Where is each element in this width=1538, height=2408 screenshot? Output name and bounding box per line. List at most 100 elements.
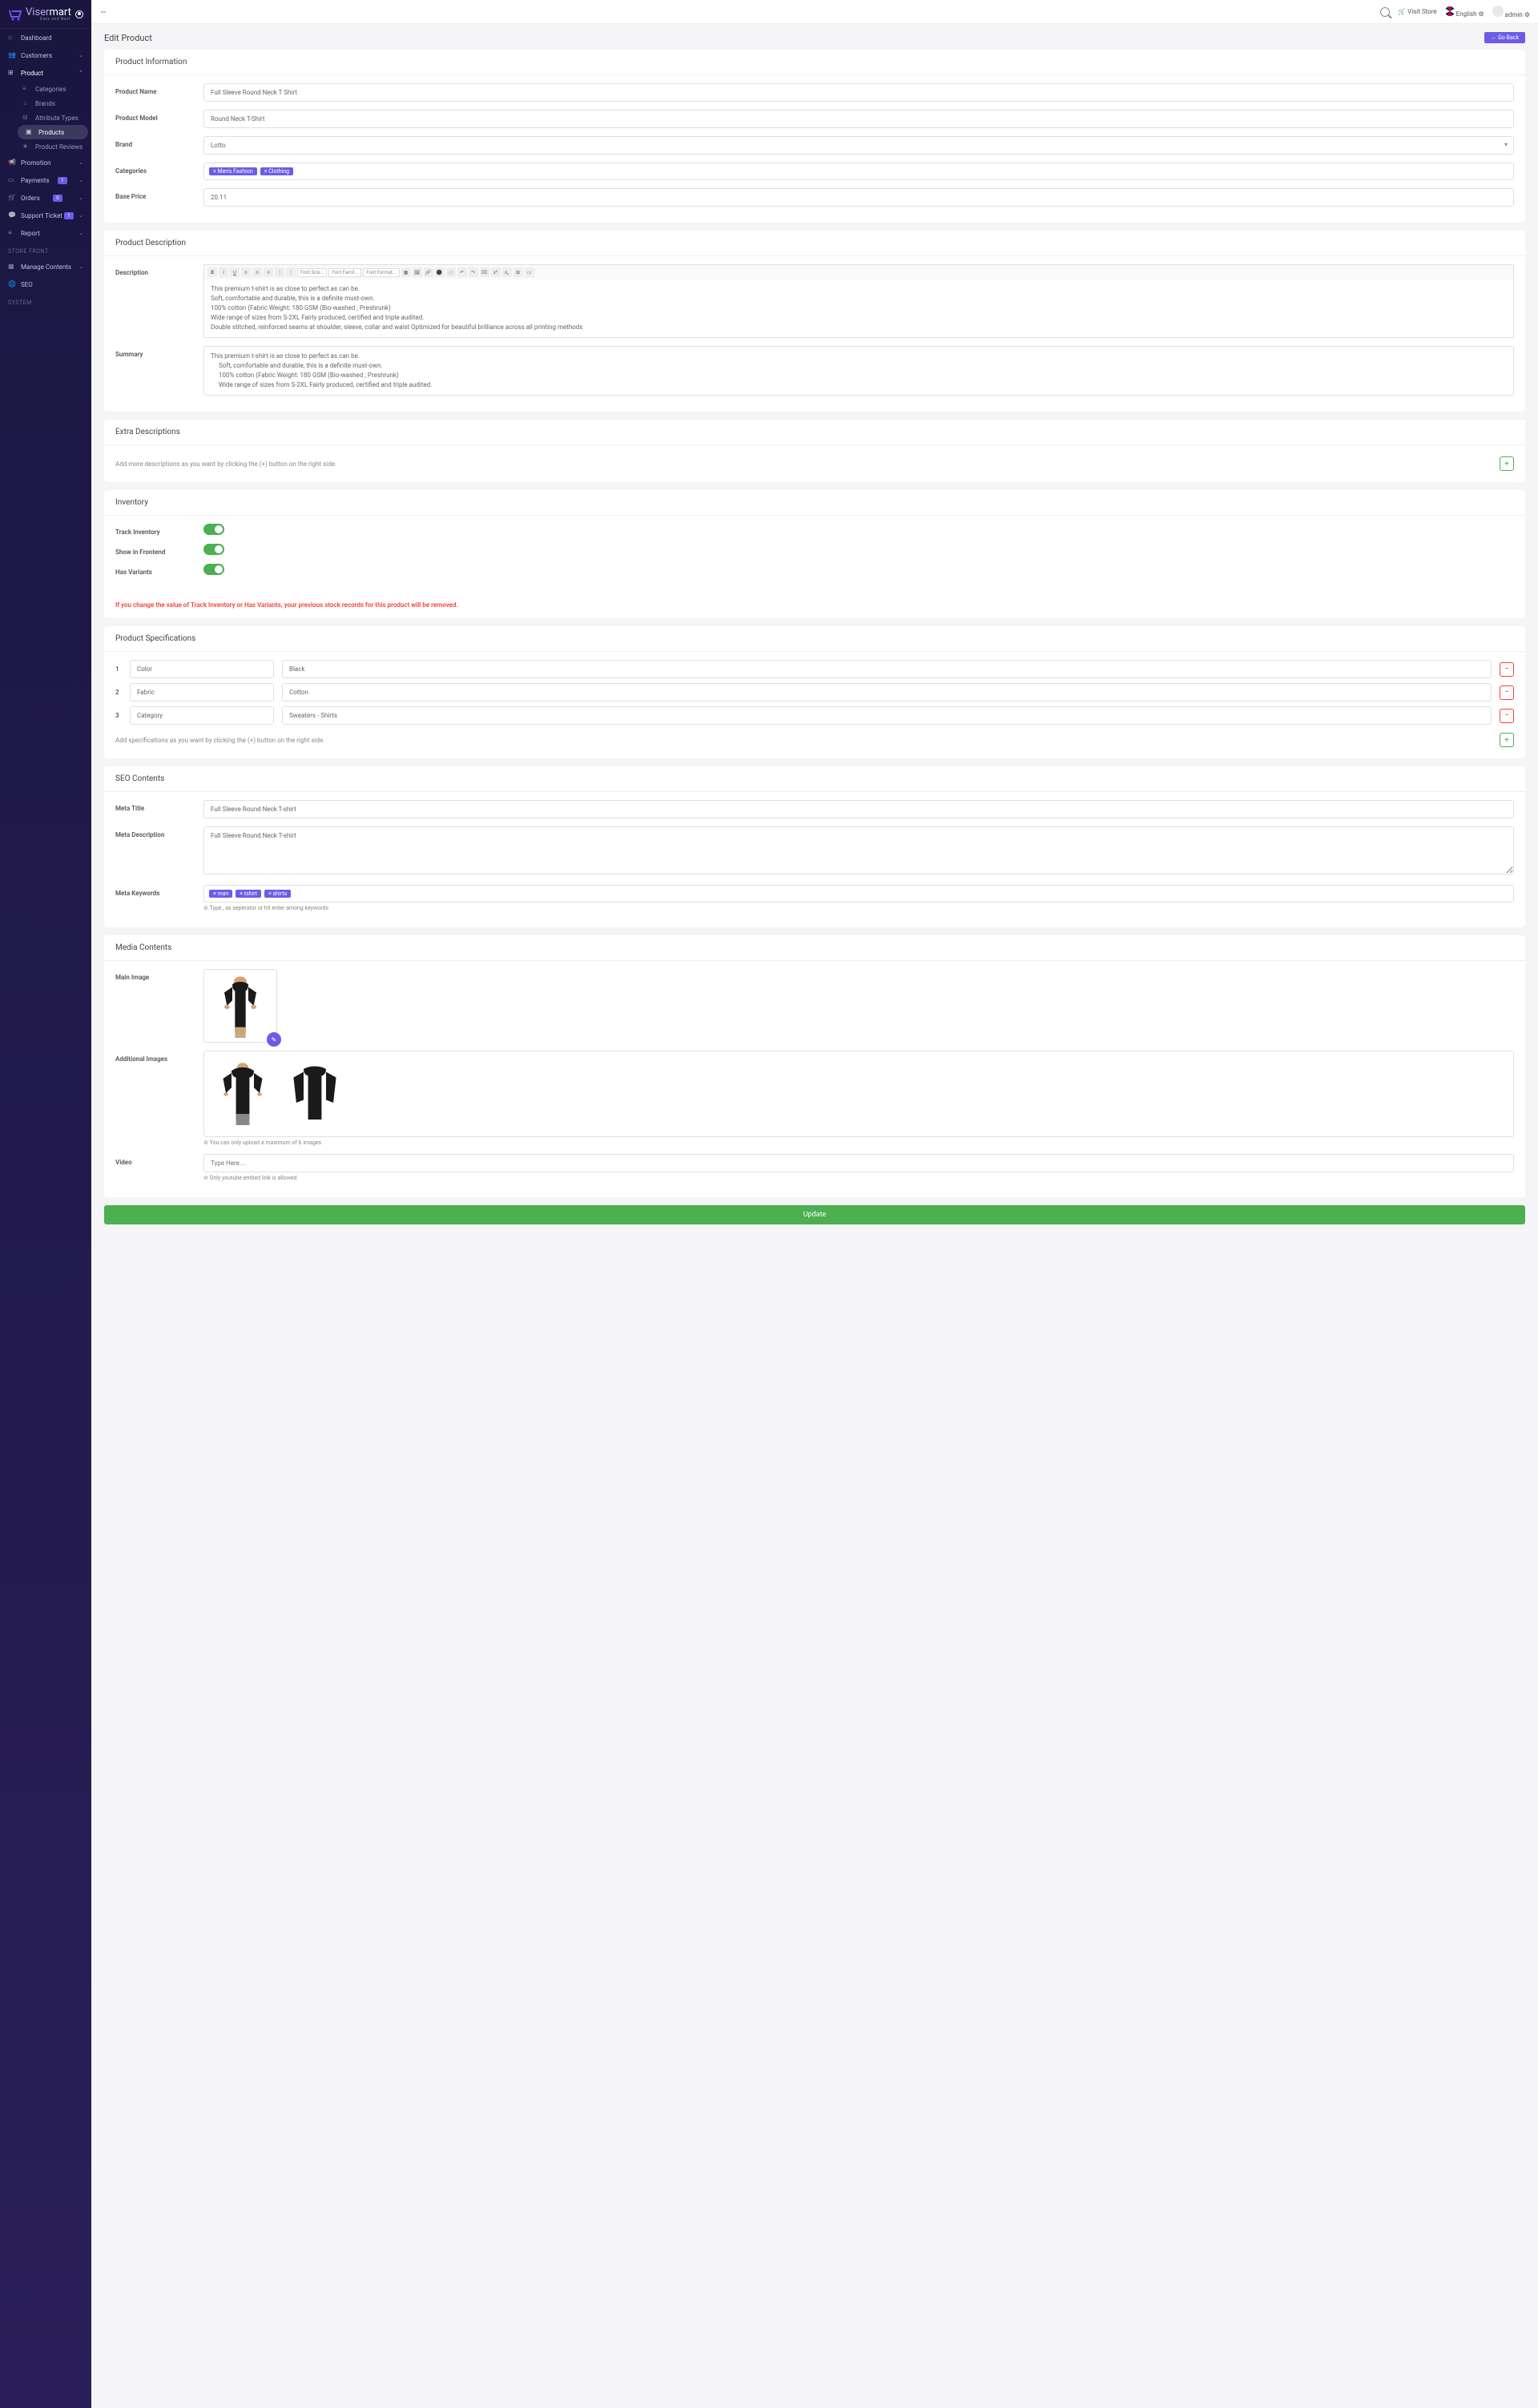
go-back-button[interactable]: ← Go Back [1484,32,1525,43]
additional-image[interactable] [283,1058,347,1130]
update-button[interactable]: Update [104,1205,1525,1224]
list-ol-icon[interactable]: ⋮ [275,267,284,277]
spec-value-input[interactable] [282,706,1492,725]
uk-flag-icon [1445,6,1455,16]
specs-helper-text: Add specifications as you want by clicki… [115,737,1500,744]
spec-key-input[interactable] [130,660,274,678]
keywords-helper: ⊘ Type , as seperator or hit enter among… [203,905,1514,911]
editor-icon[interactable]: ↶ [457,267,467,277]
nav-orders[interactable]: 🛒Orders0⌄ [0,189,91,207]
category-tag[interactable]: Clothing [260,167,293,175]
nav-promotion[interactable]: 📢Promotion⌄ [0,154,91,171]
sidebar-toggle-icon[interactable]: ⇔ [99,7,107,16]
additional-images-container[interactable] [203,1051,1514,1137]
meta-keywords-input[interactable]: man tshirt shirts [203,885,1514,902]
list-ul-icon[interactable]: ⋮ [286,267,296,277]
editor-icon[interactable]: x₂ [502,267,512,277]
italic-icon[interactable]: I [219,267,228,277]
align-right-icon[interactable]: ≡ [264,267,273,277]
nav-categories[interactable]: ≡Categories [14,82,91,96]
editor-icon[interactable]: ▦ [401,267,411,277]
main-image-label: Main Image [115,969,203,981]
font-size-select[interactable]: Font Size... [297,268,327,277]
spec-key-input[interactable] [130,683,274,701]
meta-description-input[interactable]: Full Sleeve Round Neck T-shirt [203,826,1514,874]
nav-product[interactable]: ⊞Product⌃ [0,64,91,82]
desc-line: 100% cotton (Fabric Weight: 180 GSM (Bio… [211,304,1507,313]
nav-products[interactable]: ▣Products [18,125,88,139]
nav-manage-contents[interactable]: ▦Manage Contents⌄ [0,258,91,275]
card-header: Inventory [104,490,1525,516]
editor-icon[interactable]: ▭ [525,267,534,277]
spec-value-input[interactable] [282,660,1492,678]
visit-store-link[interactable]: 🛒 Visit Store [1398,8,1436,15]
categories-input[interactable]: Men's Fashion Clothing [203,163,1514,180]
nav-dashboard[interactable]: ⌂Dashboard [0,29,91,46]
seo-card: SEO Contents Meta Title Meta Description… [104,766,1525,927]
additional-image[interactable] [211,1058,275,1130]
show-frontend-toggle[interactable] [203,544,224,555]
has-variants-toggle[interactable] [203,564,224,575]
remove-spec-button[interactable]: − [1500,685,1514,700]
spec-row: 1 − [115,660,1514,678]
keyword-tag[interactable]: man [209,890,232,898]
spec-key-input[interactable] [130,706,274,725]
meta-title-input[interactable] [203,800,1514,818]
sidebar-collapse-icon[interactable] [75,10,83,18]
nav-label: Products [38,129,64,136]
nav-brands[interactable]: ☼Brands [14,96,91,111]
editor-icon[interactable]: ⌧ [480,267,489,277]
product-name-input[interactable] [203,83,1514,102]
editor-icon[interactable]: x² [491,267,501,277]
edit-image-button[interactable]: ✎ [267,1032,281,1047]
product-model-input[interactable] [203,110,1514,128]
editor-toolbar: B I U ≡ ≡ ≡ ⋮ ⋮ Font Size... Font Famil.… [203,264,1514,279]
nav-report[interactable]: ≡Report⌄ [0,224,91,242]
editor-icon[interactable]: ⊞ [513,267,523,277]
description-editor[interactable]: This premium t-shirt is as close to perf… [203,279,1514,338]
align-left-icon[interactable]: ≡ [241,267,251,277]
keyword-tag[interactable]: tshirt [236,890,261,898]
brand-select[interactable]: Lotto [203,136,1514,155]
track-inventory-label: Track Inventory [115,524,203,536]
nav-header-system: SYSTEM [0,293,91,309]
nav-seo[interactable]: 🌐SEO [0,275,91,293]
font-family-select[interactable]: Font Famil... [328,268,361,277]
editor-icon[interactable]: ⚫ [435,267,445,277]
summary-editor[interactable]: This premium t-shirt is as close to perf… [203,346,1514,396]
nav-product-reviews[interactable]: ★Product Reviews [14,139,91,154]
nav-label: Product Reviews [35,143,83,151]
nav-payments[interactable]: ▭Payments1⌄ [0,171,91,189]
editor-icon[interactable]: 🖼 [413,267,422,277]
font-format-select[interactable]: Font Format... [363,268,399,277]
logo[interactable]: Visermart Easy and Best [0,0,91,29]
editor-icon[interactable]: ↷ [469,267,478,277]
page-title: Edit Product [104,33,152,43]
spec-value-input[interactable] [282,683,1492,701]
track-inventory-toggle[interactable] [203,524,224,535]
add-spec-button[interactable]: + [1500,733,1514,747]
meta-title-label: Meta Title [115,800,203,812]
align-center-icon[interactable]: ≡ [252,267,262,277]
language-selector[interactable]: English ⚙ [1445,6,1484,18]
remove-spec-button[interactable]: − [1500,662,1514,677]
logo-tagline: Easy and Best [40,17,71,22]
add-description-button[interactable]: + [1500,456,1514,471]
summary-line: 100% cotton (Fabric Weight: 180 GSM (Bio… [211,371,1507,380]
underline-icon[interactable]: U [230,267,240,277]
nav-customers[interactable]: 👥Customers⌄ [0,46,91,64]
nav-support-ticket[interactable]: 💬Support Ticket1⌄ [0,207,91,224]
remove-spec-button[interactable]: − [1500,709,1514,723]
desc-line: Double stitched, reinforced seams at sho… [211,323,1507,332]
editor-icon[interactable]: 🔗 [424,267,433,277]
user-menu[interactable]: admin ⚙ [1492,6,1530,18]
category-tag[interactable]: Men's Fashion [209,167,257,175]
editor-icon[interactable]: ⚪ [446,267,456,277]
specifications-card: Product Specifications 1 − 2 − 3 [104,626,1525,758]
search-icon[interactable] [1380,7,1390,17]
nav-attribute-types[interactable]: ⊟Attribute Types [14,111,91,125]
base-price-input[interactable] [203,188,1514,207]
bold-icon[interactable]: B [207,267,217,277]
keyword-tag[interactable]: shirts [264,890,291,898]
video-input[interactable] [203,1154,1514,1172]
